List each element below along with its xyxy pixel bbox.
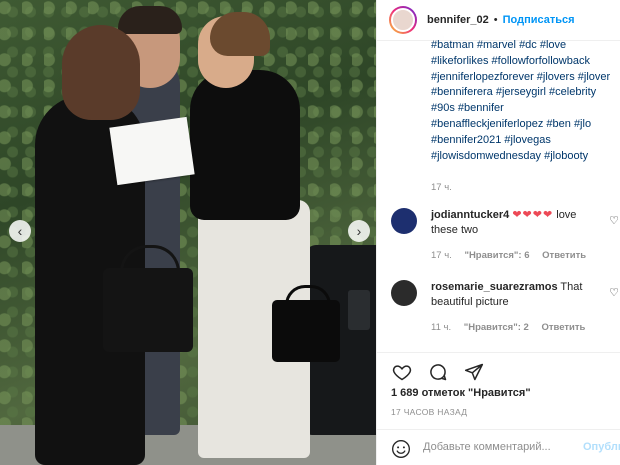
send-icon[interactable] [463, 361, 485, 383]
avatar[interactable] [389, 6, 417, 34]
post-time: 17 ЧАСОВ НАЗАД [391, 407, 468, 417]
figure-woman-left-head [62, 25, 140, 120]
hashtag-link[interactable]: #jlobooty [544, 150, 588, 162]
comment-avatar[interactable] [391, 208, 417, 234]
hashtag-link[interactable]: #love [540, 40, 566, 51]
post-header: bennifer_02 • Подписаться [377, 0, 620, 41]
hashtag-link[interactable]: #jerseygirl [496, 86, 546, 98]
publish-button[interactable]: Опубликовать [583, 441, 620, 453]
car-light [348, 290, 370, 330]
action-icons [391, 361, 485, 383]
hashtag-link[interactable]: #celebrity [549, 86, 596, 98]
likes-count[interactable]: 1 689 отметок "Нравится" [391, 387, 531, 399]
instagram-post: ‹ › bennifer_02 • Подписаться #batman #m… [0, 0, 620, 465]
comment-like-icon[interactable]: ♡ [609, 286, 619, 299]
follow-button[interactable]: Подписаться [503, 14, 575, 26]
post-actions: 1 689 отметок "Нравится" 17 ЧАСОВ НАЗАД … [377, 352, 620, 465]
hashtag-link[interactable]: #bennifer2021 [431, 134, 501, 146]
hashtag-link[interactable]: #bennifer [458, 102, 504, 114]
comment-text: rosemarie_suarezramos That beautiful pic… [431, 280, 601, 310]
heart-icon[interactable] [391, 361, 413, 383]
comment-icon[interactable] [427, 361, 449, 383]
hashtag-link[interactable]: #jlover [578, 71, 610, 83]
hashtag-link[interactable]: #likeforlikes [431, 55, 488, 67]
comment-time: 17 ч. [431, 250, 452, 261]
chevron-right-icon[interactable]: › [348, 220, 370, 242]
hashtag-link[interactable]: #jlovegas [504, 134, 550, 146]
comment-hearts: ❤❤❤❤ [512, 209, 554, 221]
hashtag-link[interactable]: #jenniferlopezforever [431, 71, 534, 83]
comment-text: jodianntucker4 ❤❤❤❤ love these two [431, 208, 601, 238]
paper-folder [109, 116, 195, 186]
comment-avatar[interactable] [391, 280, 417, 306]
username[interactable]: bennifer_02 [427, 14, 489, 26]
post-photo[interactable]: ‹ › [0, 0, 376, 465]
figure-woman-right-top [190, 70, 300, 220]
hashtag-link[interactable]: #jlovers [537, 71, 575, 83]
hashtag-link[interactable]: #batman [431, 40, 474, 51]
comment-username[interactable]: jodianntucker4 [431, 209, 509, 221]
comment-meta: 17 ч. "Нравится": 6 Ответить [431, 250, 596, 261]
caption-hashtags: #batman #marvel #dc #love #likeforlikes … [431, 40, 619, 164]
separator-dot: • [493, 14, 498, 26]
chevron-left-icon[interactable]: ‹ [9, 220, 31, 242]
comment-like-icon[interactable]: ♡ [609, 214, 619, 227]
hashtag-link[interactable]: #jlowisdomwednesday [431, 150, 541, 162]
hashtag-link[interactable]: #marvel [477, 40, 516, 51]
hashtag-link[interactable]: #ben [546, 118, 570, 130]
comment-time: 11 ч. [431, 322, 452, 333]
reply-button[interactable]: Ответить [542, 250, 586, 261]
comments-area[interactable]: #batman #marvel #dc #love #likeforlikes … [377, 40, 620, 350]
hashtag-link[interactable]: #dc [519, 40, 537, 51]
reply-button[interactable]: Ответить [541, 322, 585, 333]
hashtag-link[interactable]: #benniferera [431, 86, 493, 98]
hashtag-link[interactable]: #90s [431, 102, 455, 114]
handbag-left [103, 268, 193, 352]
comment-meta: 11 ч. "Нравится": 2 Ответить [431, 322, 595, 333]
hashtag-link[interactable]: #benaffleckjeniferlopez [431, 118, 543, 130]
caption-time: 17 ч. [431, 182, 452, 193]
comment-username[interactable]: rosemarie_suarezramos [431, 281, 558, 293]
hashtag-link[interactable]: #followforfollowback [492, 55, 590, 67]
post-sidebar: bennifer_02 • Подписаться #batman #marve… [376, 0, 620, 465]
emoji-icon[interactable] [391, 439, 411, 459]
comment-likes[interactable]: "Нравится": 2 [464, 322, 529, 333]
figure-man-hair [118, 6, 182, 34]
hashtag-link[interactable]: #jlo [574, 118, 591, 130]
handbag-right [272, 300, 340, 362]
comment-input[interactable] [421, 440, 575, 454]
add-comment-row: Опубликовать [377, 429, 620, 465]
figure-woman-right-hair [210, 12, 270, 56]
comment-likes[interactable]: "Нравится": 6 [464, 250, 529, 261]
